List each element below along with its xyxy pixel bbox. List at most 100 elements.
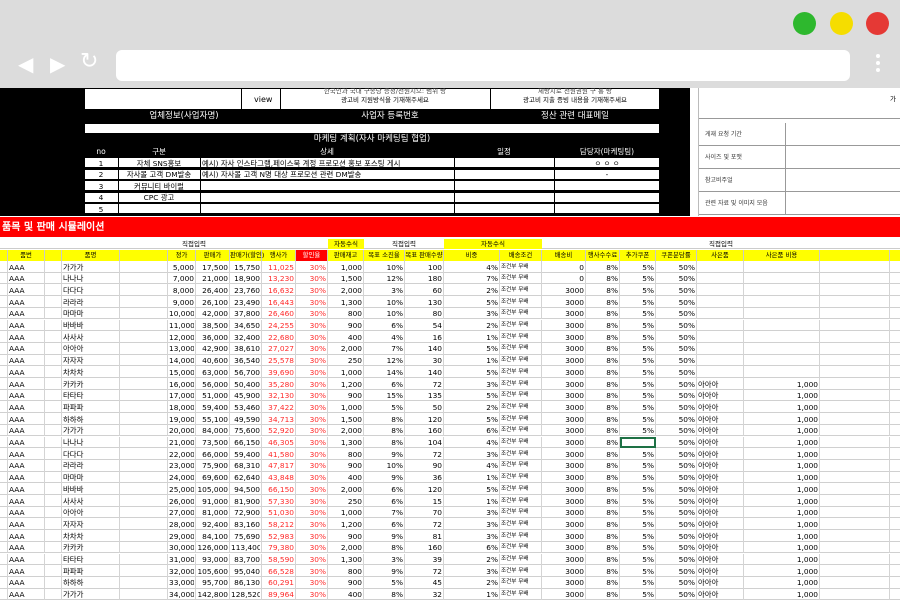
table-cell[interactable]: 9% — [365, 567, 403, 576]
table-cell[interactable]: 조건부 무배 — [501, 555, 540, 564]
table-cell[interactable]: 50% — [657, 590, 695, 599]
table-cell[interactable]: 100 — [406, 263, 442, 272]
table-cell[interactable]: 35,280 — [263, 380, 294, 389]
table-cell[interactable]: 30% — [297, 555, 326, 564]
table-cell[interactable]: 8% — [587, 450, 618, 459]
table-cell[interactable]: 조건부 무배 — [501, 543, 540, 552]
table-cell[interactable]: 80 — [406, 309, 442, 318]
table-cell[interactable]: 조건부 무배 — [501, 590, 540, 599]
table-cell[interactable]: 56,000 — [197, 380, 228, 389]
table-cell[interactable]: 72 — [406, 567, 442, 576]
table-cell[interactable]: 15,000 — [169, 368, 194, 377]
table-cell[interactable]: 86,130 — [231, 578, 260, 587]
table-cell[interactable]: 30% — [297, 356, 326, 365]
table-cell[interactable]: 2% — [445, 286, 498, 295]
table-cell[interactable]: 30% — [297, 426, 326, 435]
table-cell[interactable]: 50% — [657, 497, 695, 506]
table-cell[interactable]: 아아아 — [698, 567, 742, 576]
table-cell[interactable]: 22,000 — [169, 450, 194, 459]
table-cell[interactable]: 81 — [406, 532, 442, 541]
table-cell[interactable]: 조건부 무배 — [501, 309, 540, 318]
table-cell[interactable]: AAA — [9, 274, 43, 283]
table-cell[interactable]: 아아아 — [698, 473, 742, 482]
table-cell[interactable]: 8% — [587, 461, 618, 470]
table-cell[interactable]: 8% — [587, 426, 618, 435]
table-cell[interactable]: 1,000 — [745, 543, 818, 552]
table-cell[interactable]: 40,600 — [197, 356, 228, 365]
forward-arrow-icon[interactable]: ▶ — [50, 52, 65, 76]
window-minimize-button[interactable] — [830, 12, 853, 35]
table-cell[interactable]: 타타타 — [63, 391, 118, 400]
table-cell[interactable]: 113,400 — [231, 543, 260, 552]
table-cell[interactable]: 57,330 — [263, 497, 294, 506]
table-cell[interactable]: 1,000 — [745, 555, 818, 564]
table-cell[interactable]: 30% — [297, 578, 326, 587]
table-cell[interactable]: 5% — [621, 333, 654, 342]
table-cell[interactable]: 아아아 — [698, 426, 742, 435]
table-cell[interactable]: 5% — [445, 485, 498, 494]
table-cell[interactable]: 3% — [445, 567, 498, 576]
table-cell[interactable]: 8% — [587, 309, 618, 318]
table-cell[interactable]: 15% — [365, 391, 403, 400]
table-cell[interactable]: 26,460 — [263, 309, 294, 318]
table-cell[interactable]: 5% — [621, 485, 654, 494]
table-cell[interactable]: 66,150 — [263, 485, 294, 494]
table-cell[interactable]: 나나나 — [63, 438, 118, 447]
table-cell[interactable]: 1,300 — [329, 555, 362, 564]
table-cell[interactable]: 50% — [657, 263, 695, 272]
table-cell[interactable]: AAA — [9, 508, 43, 517]
table-cell[interactable]: 3% — [445, 450, 498, 459]
table-cell[interactable]: 5% — [445, 298, 498, 307]
table-cell[interactable]: 5% — [621, 309, 654, 318]
table-cell[interactable]: 43,848 — [263, 473, 294, 482]
table-cell[interactable]: 3000 — [543, 368, 584, 377]
table-cell[interactable]: 16 — [406, 333, 442, 342]
table-cell[interactable]: 38,500 — [197, 321, 228, 330]
table-cell[interactable]: 7% — [365, 344, 403, 353]
table-cell[interactable]: 5% — [621, 555, 654, 564]
table-cell[interactable]: 104 — [406, 438, 442, 447]
table-cell[interactable]: 900 — [329, 532, 362, 541]
table-cell[interactable]: 8% — [365, 590, 403, 599]
table-cell[interactable]: 50% — [657, 309, 695, 318]
table-cell[interactable]: AAA — [9, 263, 43, 272]
table-cell[interactable]: 58,590 — [263, 555, 294, 564]
table-cell[interactable]: 14,000 — [169, 356, 194, 365]
table-cell[interactable]: 5% — [621, 520, 654, 529]
table-cell[interactable]: 6% — [365, 485, 403, 494]
table-cell[interactable]: 7,000 — [169, 274, 194, 283]
table-cell[interactable]: AAA — [9, 520, 43, 529]
table-cell[interactable]: 1,200 — [329, 520, 362, 529]
table-cell[interactable]: 18,000 — [169, 403, 194, 412]
table-cell[interactable]: 23,490 — [231, 298, 260, 307]
table-cell[interactable]: AAA — [9, 298, 43, 307]
table-cell[interactable]: 5% — [621, 543, 654, 552]
table-cell[interactable]: 아아아 — [698, 520, 742, 529]
table-cell[interactable]: 50% — [657, 380, 695, 389]
table-cell[interactable]: 8% — [587, 590, 618, 599]
table-cell[interactable]: 92,400 — [197, 520, 228, 529]
table-cell[interactable]: 조건부 무배 — [501, 415, 540, 424]
table-cell[interactable]: 58,212 — [263, 520, 294, 529]
table-cell[interactable]: 3000 — [543, 590, 584, 599]
table-cell[interactable]: 30% — [297, 391, 326, 400]
table-cell[interactable]: 5% — [621, 403, 654, 412]
table-cell[interactable]: 조건부 무배 — [501, 497, 540, 506]
table-cell[interactable]: 1,500 — [329, 415, 362, 424]
table-cell[interactable]: 66,150 — [231, 438, 260, 447]
table-cell[interactable]: 아아아 — [698, 508, 742, 517]
table-cell[interactable]: 30% — [297, 333, 326, 342]
table-cell[interactable]: 50% — [657, 333, 695, 342]
table-cell[interactable]: AAA — [9, 368, 43, 377]
table-cell[interactable]: 10,000 — [169, 309, 194, 318]
table-cell[interactable]: 3% — [445, 532, 498, 541]
table-cell[interactable]: 6% — [445, 543, 498, 552]
table-cell[interactable]: 59,400 — [197, 403, 228, 412]
table-cell[interactable]: 조건부 무배 — [501, 403, 540, 412]
table-cell[interactable]: 22,680 — [263, 333, 294, 342]
table-cell[interactable]: 1,200 — [329, 380, 362, 389]
table-cell[interactable]: 18,900 — [231, 274, 260, 283]
table-cell[interactable]: 1,000 — [745, 473, 818, 482]
table-cell[interactable]: 3000 — [543, 403, 584, 412]
table-cell[interactable]: 50% — [657, 520, 695, 529]
